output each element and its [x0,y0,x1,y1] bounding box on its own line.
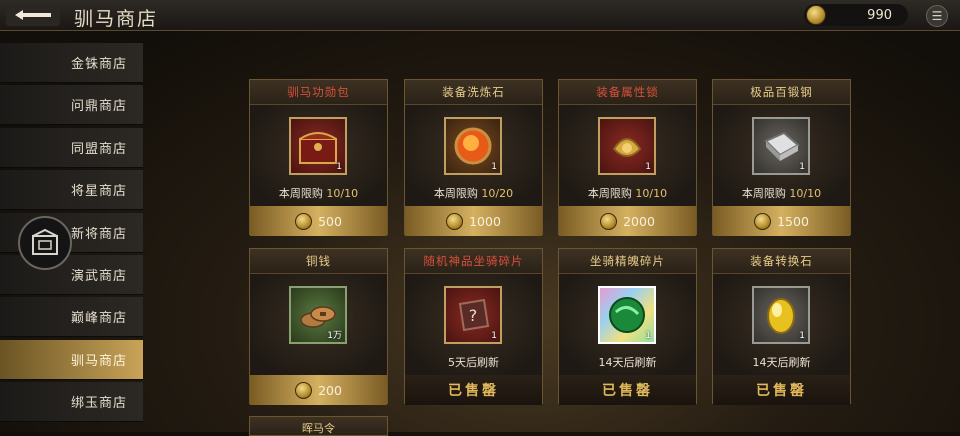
sidebar-item-label: 新将商店 [70,226,127,242]
item-quantity: 1 [645,331,651,341]
svg-text:?: ? [469,306,478,325]
buy-button[interactable]: 2000 [559,206,696,236]
item-price: 1000 [469,213,501,229]
copper-coins-icon: 1万 [289,286,347,344]
sold-out-label: 已售罄 [559,375,696,405]
sold-out-label: 已售罄 [713,375,850,405]
item-name: 极品百锻钢 [713,80,850,105]
shop-item-card[interactable]: 随机神品坐骑碎片 ? 1 5天后刷新 已售罄 [404,248,543,405]
sidebar-item-bangyu[interactable]: 绑玉商店 [0,382,143,423]
mystery-shard-icon: ? 1 [444,286,502,344]
item-name: 铜钱 [250,249,387,274]
golden-lock-icon: 1 [598,117,656,175]
coin-icon [295,381,313,399]
currency-value: 990 [867,7,892,23]
item-name: 装备属性锁 [559,80,696,105]
item-name: 随机神品坐骑碎片 [405,249,542,274]
item-price: 1500 [777,213,809,229]
sidebar-item-label: 同盟商店 [70,141,127,157]
sidebar-item-label: 问鼎商店 [70,99,127,115]
back-button[interactable] [6,4,60,26]
sidebar-item-dianfeng[interactable]: 巅峰商店 [0,297,143,338]
sidebar-item-jinzhu[interactable]: 金铢商店 [0,43,143,83]
sidebar-item-label: 将星商店 [70,184,127,200]
sidebar-item-label: 巅峰商店 [70,311,127,327]
item-quantity: 1 [799,331,805,341]
buy-button[interactable]: 500 [250,206,387,236]
shop-item-card[interactable]: 装备属性锁 1 本周限购 10/10 2000 [558,79,697,236]
item-price: 2000 [623,213,655,229]
sidebar-item-tongmeng[interactable]: 同盟商店 [0,127,143,168]
buy-button[interactable]: 1000 [405,206,542,236]
refresh-timer: 14天后刷新 [598,356,657,369]
buy-button[interactable]: 1500 [713,206,850,236]
sidebar-item-label: 驯马商店 [70,353,127,369]
refresh-timer: 14天后刷新 [752,356,811,369]
buy-button[interactable]: 200 [250,375,387,405]
item-name: 驯马功勋包 [250,80,387,105]
coin-icon [806,5,826,25]
purchase-limit: 本周限购 10/10 [278,187,359,200]
item-price: 200 [318,382,342,398]
item-name: 装备转换石 [713,249,850,274]
shop-item-card[interactable]: 极品百锻钢 1 本周限购 10/10 1500 [712,79,851,236]
item-price: 500 [318,213,342,229]
item-quantity: 1 [491,331,497,341]
purchase-limit: 本周限购 10/10 [587,187,668,200]
coin-icon [446,212,464,230]
purchase-limit: 本周限购 10/10 [741,187,822,200]
sidebar-item-label: 绑玉商店 [70,396,127,412]
refresh-timer: 5天后刷新 [448,356,499,369]
shop-item-card[interactable]: 铜钱 1万 200 [249,248,388,405]
list-icon: ☰ [931,9,943,23]
sidebar-item-label: 金铢商店 [70,57,127,72]
shop-item-card[interactable]: 装备转换石 1 14天后刷新 已售罄 [712,248,851,405]
page-title: 驯马商店 [74,8,159,30]
sidebar-item-wending[interactable]: 问鼎商店 [0,85,143,126]
coin-icon [600,212,618,230]
gold-gem-icon: 1 [752,286,810,344]
sidebar-item-yanwu[interactable]: 演武商店 [0,254,143,295]
green-orb-icon: 1 [598,286,656,344]
treasure-chest-icon: 1 [289,117,347,175]
coin-icon [754,212,772,230]
back-arrow-icon [15,10,51,20]
shop-item-card[interactable]: 坐骑精魄碎片 1 14天后刷新 已售罄 [558,248,697,405]
item-quantity: 1 [799,162,805,172]
item-quantity: 1 [645,162,651,172]
coin-icon [295,212,313,230]
item-name: 装备洗炼石 [405,80,542,105]
floating-shop-button[interactable] [18,216,72,270]
partial-item-card[interactable]: 晖马令 [249,416,388,436]
item-name: 坐骑精魄碎片 [559,249,696,274]
item-quantity: 1 [491,162,497,172]
purchase-limit: 本周限购 10/20 [433,187,514,200]
sidebar-item-jiangxing[interactable]: 将星商店 [0,170,143,211]
steel-ingot-icon: 1 [752,117,810,175]
shop-item-card[interactable]: 驯马功勋包 1 本周限购 10/10 500 [249,79,388,236]
top-bar: 驯马商店 990 ☰ [0,0,960,31]
item-quantity: 1万 [327,331,342,341]
sidebar-item-xunma[interactable]: 驯马商店 [0,339,143,380]
item-name: 晖马令 [302,422,335,435]
currency-display: 990 [804,4,908,26]
shop-emblem-icon [32,228,58,255]
menu-button[interactable]: ☰ [926,5,948,27]
sold-out-label: 已售罄 [405,375,542,405]
shop-item-card[interactable]: 装备洗炼石 1 本周限购 10/20 1000 [404,79,543,236]
fire-stone-icon: 1 [444,117,502,175]
item-quantity: 1 [336,162,342,172]
sidebar-item-label: 演武商店 [70,268,127,284]
